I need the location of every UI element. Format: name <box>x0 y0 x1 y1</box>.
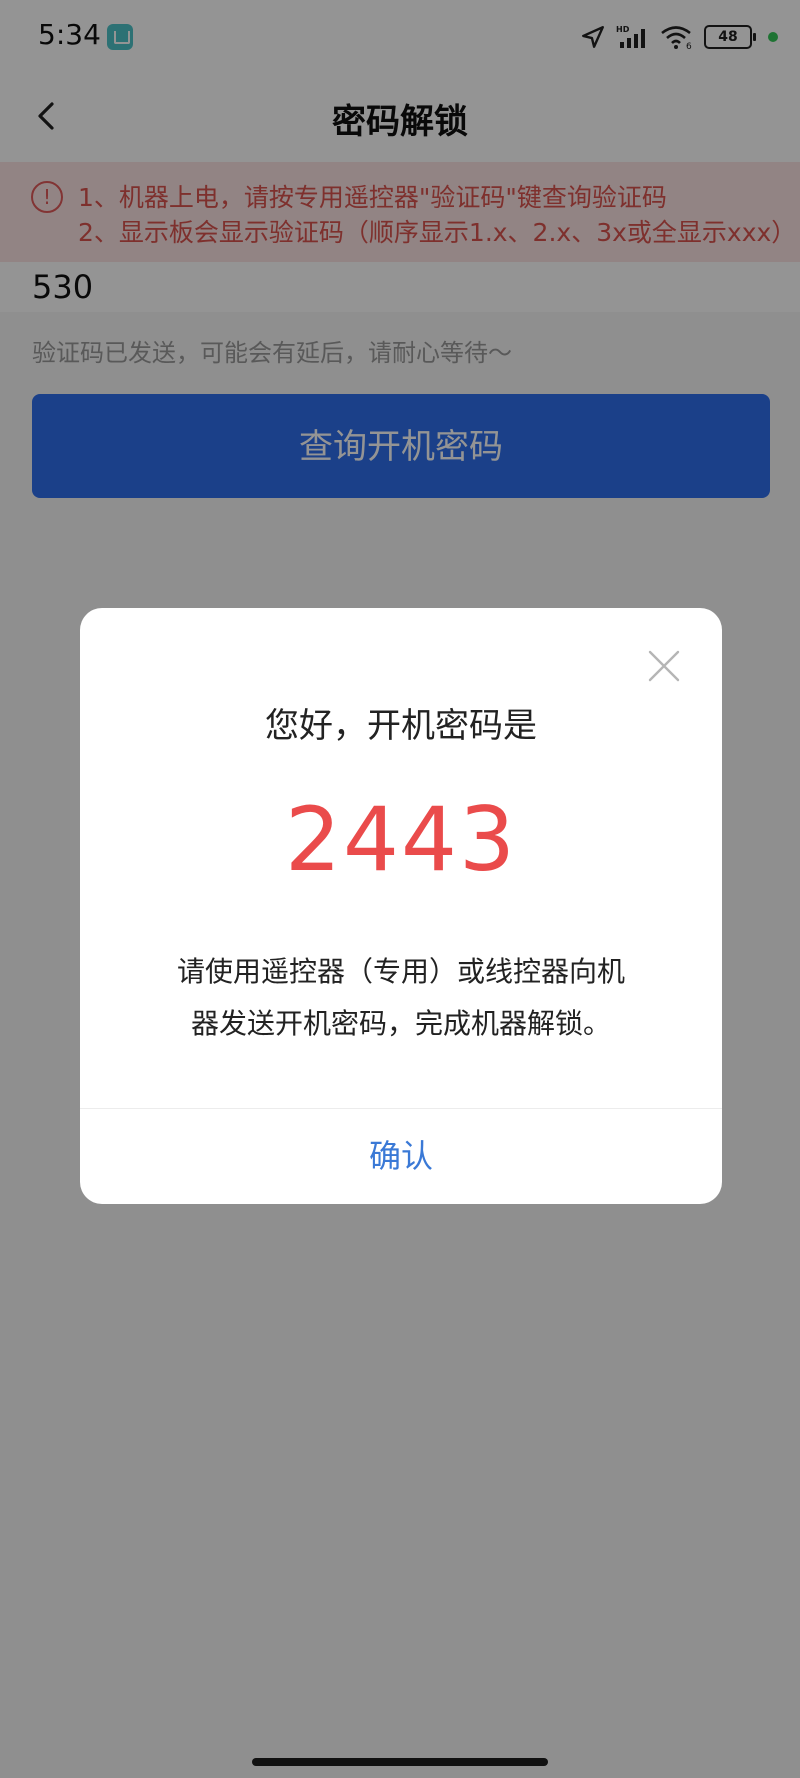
dialog-title: 您好，开机密码是 <box>265 706 537 746</box>
password-dialog: 您好，开机密码是 2443 请使用遥控器（专用）或线控器向机 器发送开机密码，完… <box>80 608 722 1204</box>
dialog-message-line-1: 请使用遥控器（专用）或线控器向机 <box>176 955 625 988</box>
power-on-password: 2443 <box>285 788 517 891</box>
confirm-button[interactable]: 确认 <box>80 1109 722 1204</box>
close-x-icon[interactable] <box>646 648 682 684</box>
home-indicator[interactable] <box>252 1758 548 1766</box>
dialog-message-line-2: 器发送开机密码，完成机器解锁。 <box>190 1007 611 1040</box>
